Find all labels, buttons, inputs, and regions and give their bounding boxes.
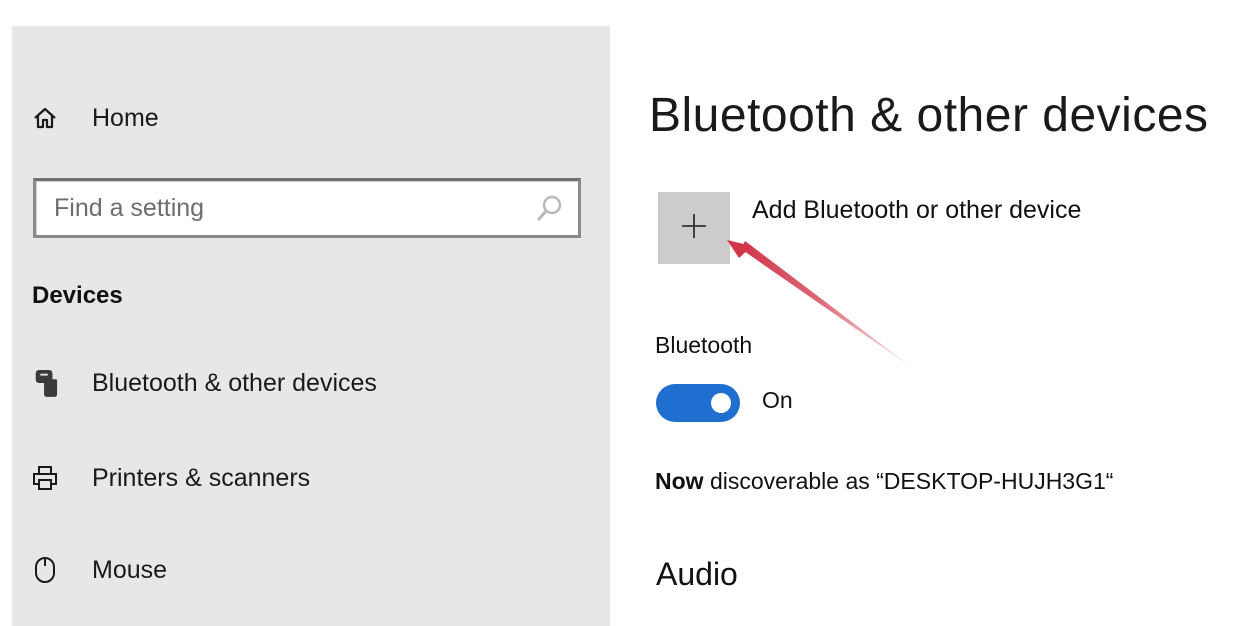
search-box[interactable]	[33, 178, 581, 238]
section-title: Devices	[32, 282, 123, 309]
discoverable-status: Now discoverable as “DESKTOP-HUJH3G1“	[655, 468, 1113, 495]
sidebar-item-label: Mouse	[92, 555, 168, 584]
sidebar-item-label: Home	[92, 103, 159, 132]
sidebar-item-label: Printers & scanners	[92, 463, 311, 492]
sidebar-item-printers[interactable]: Printers & scanners	[12, 456, 610, 500]
bluetooth-toggle[interactable]	[656, 384, 740, 422]
sidebar-item-home[interactable]: Home	[12, 96, 610, 140]
sidebar: Home Devices Bluetooth & other devices	[12, 26, 610, 626]
bluetooth-state-label: On	[762, 387, 793, 413]
discoverable-text: discoverable as “DESKTOP-HUJH3G1“	[703, 468, 1114, 494]
bluetooth-device-icon	[32, 368, 58, 398]
home-icon	[32, 103, 58, 133]
sidebar-item-label: Bluetooth & other devices	[92, 368, 377, 397]
mouse-icon	[32, 555, 58, 585]
printer-icon	[32, 463, 58, 493]
main-content: Bluetooth & other devices Add Bluetooth …	[610, 0, 1249, 626]
search-input[interactable]	[36, 181, 526, 235]
discoverable-prefix: Now	[655, 468, 704, 494]
plus-icon	[679, 211, 709, 246]
search-icon[interactable]	[532, 191, 568, 225]
settings-window: Home Devices Bluetooth & other devices	[0, 0, 1249, 626]
bluetooth-heading: Bluetooth	[655, 332, 753, 358]
audio-heading: Audio	[656, 556, 738, 592]
toggle-knob	[711, 393, 731, 413]
sidebar-item-mouse[interactable]: Mouse	[12, 548, 610, 592]
add-device-button[interactable]	[658, 192, 730, 264]
page-title: Bluetooth & other devices	[649, 89, 1209, 142]
add-device-label[interactable]: Add Bluetooth or other device	[752, 196, 1081, 225]
sidebar-item-bluetooth[interactable]: Bluetooth & other devices	[12, 361, 610, 405]
